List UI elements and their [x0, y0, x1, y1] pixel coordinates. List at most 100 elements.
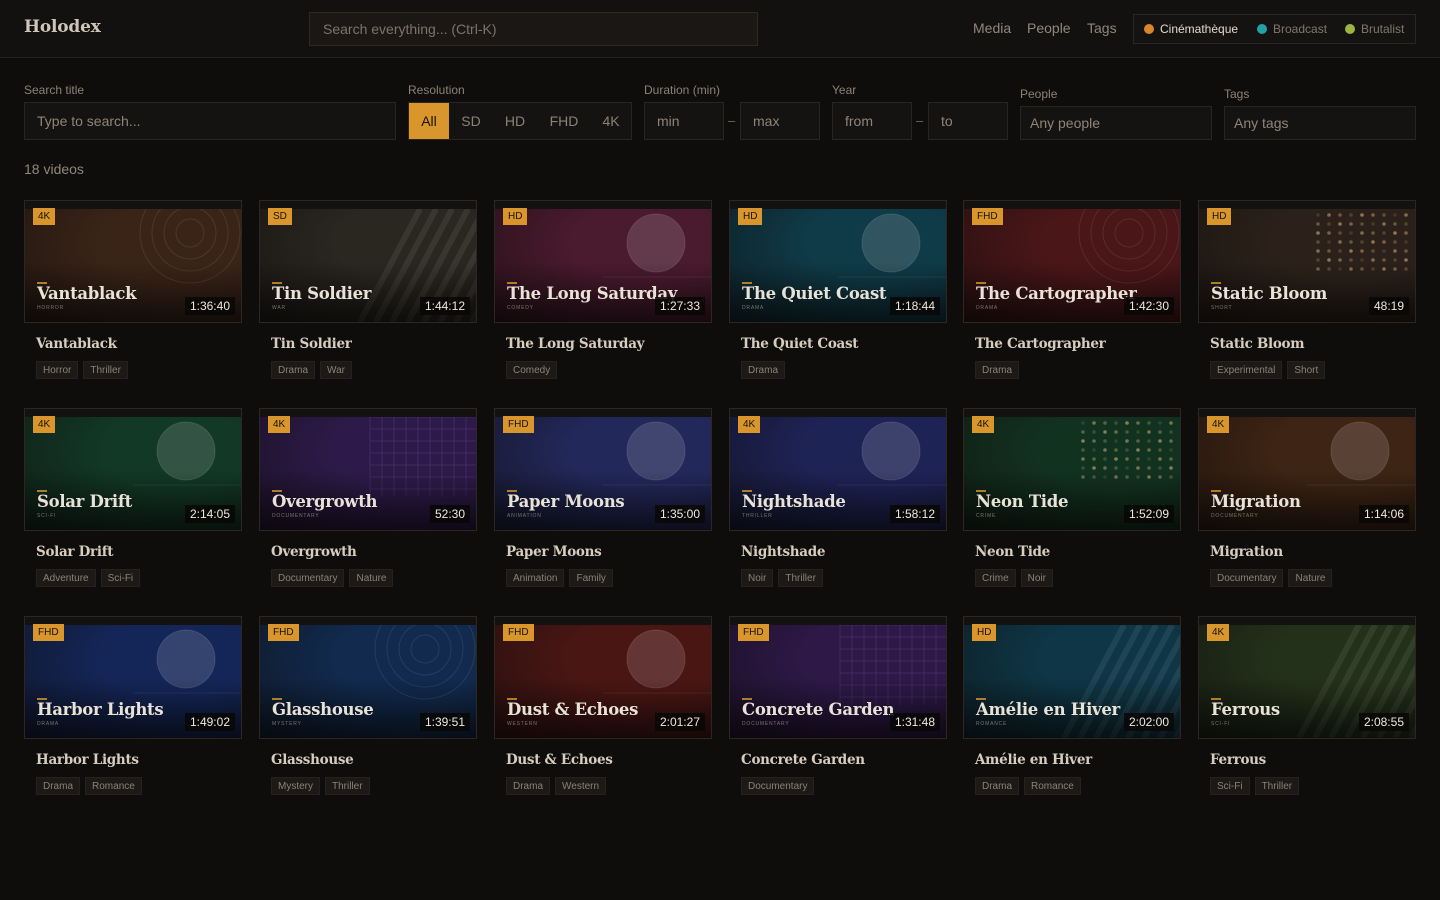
video-title[interactable]: Solar Drift — [36, 544, 113, 560]
video-card[interactable]: FHD Concrete Garden Documentary 1:31:48 Conc… — [729, 616, 947, 806]
video-title[interactable]: Neon Tide — [975, 544, 1050, 560]
tag-chip[interactable]: Drama — [741, 361, 786, 379]
tag-chip[interactable]: Crime — [975, 569, 1016, 587]
video-title[interactable]: Concrete Garden — [741, 752, 865, 768]
video-card[interactable]: HD Static Bloom Short 48:19 Static Bloom Expe… — [1198, 200, 1416, 390]
global-search-input[interactable]: Search everything... (Ctrl-K) — [309, 12, 758, 46]
tag-chip[interactable]: Drama — [506, 777, 551, 795]
video-card[interactable]: FHD Harbor Lights Drama 1:49:02 Harbor Light… — [24, 616, 242, 806]
video-title[interactable]: Ferrous — [1210, 752, 1266, 768]
video-card[interactable]: FHD Glasshouse Mystery 1:39:51 Glasshouse Mys… — [259, 616, 477, 806]
video-card[interactable]: 4K Migration Documentary 1:14:06 Migration Do… — [1198, 408, 1416, 598]
video-title[interactable]: Dust & Echoes — [506, 752, 613, 768]
year-from-input[interactable]: from — [832, 102, 912, 140]
video-thumbnail[interactable]: HD Amélie en Hiver Romance 2:02:00 — [963, 616, 1181, 739]
video-title[interactable]: Migration — [1210, 544, 1283, 560]
video-thumbnail[interactable]: 4K Neon Tide Crime 1:52:09 — [963, 408, 1181, 531]
tag-chip[interactable]: Noir — [741, 569, 774, 587]
tag-chip[interactable]: Noir — [1020, 569, 1054, 587]
resolution-option-sd[interactable]: SD — [451, 103, 491, 139]
resolution-option-hd[interactable]: HD — [495, 103, 535, 139]
tag-chip[interactable]: Mystery — [271, 777, 320, 795]
tag-chip[interactable]: Horror — [36, 361, 79, 379]
nav-tags[interactable]: Tags — [1087, 20, 1117, 36]
app-logo[interactable]: Holodex — [24, 17, 101, 37]
tag-chip[interactable]: Thriller — [778, 569, 823, 587]
tag-chip[interactable]: Documentary — [1210, 569, 1284, 587]
video-card[interactable]: HD Amélie en Hiver Romance 2:02:00 Amélie en… — [963, 616, 1181, 806]
tag-chip[interactable]: Documentary — [741, 777, 815, 795]
video-thumbnail[interactable]: HD The Long Saturday Comedy 1:27:33 — [494, 200, 712, 323]
video-title[interactable]: The Quiet Coast — [741, 336, 859, 352]
video-card[interactable]: 4K Vantablack Horror 1:36:40 Vantablack Horro… — [24, 200, 242, 390]
video-thumbnail[interactable]: FHD Harbor Lights Drama 1:49:02 — [24, 616, 242, 739]
tag-chip[interactable]: Adventure — [36, 569, 96, 587]
video-thumbnail[interactable]: SD Tin Soldier War 1:44:12 — [259, 200, 477, 323]
video-thumbnail[interactable]: FHD Concrete Garden Documentary 1:31:48 — [729, 616, 947, 739]
people-filter-select[interactable]: Any people — [1020, 106, 1212, 140]
video-thumbnail[interactable]: 4K Ferrous Sci-Fi 2:08:55 — [1198, 616, 1416, 739]
tag-chip[interactable]: Documentary — [271, 569, 345, 587]
tag-chip[interactable]: Short — [1287, 361, 1326, 379]
video-title[interactable]: Paper Moons — [506, 544, 602, 560]
year-to-input[interactable]: to — [928, 102, 1008, 140]
video-thumbnail[interactable]: FHD Dust & Echoes Western 2:01:27 — [494, 616, 712, 739]
resolution-option-fhd[interactable]: FHD — [542, 103, 586, 139]
theme-option-brutalist[interactable]: Brutalist — [1345, 22, 1404, 36]
tag-chip[interactable]: Family — [569, 569, 613, 587]
tag-chip[interactable]: Nature — [349, 569, 394, 587]
video-card[interactable]: HD The Long Saturday Comedy 1:27:33 The Long… — [494, 200, 712, 390]
video-thumbnail[interactable]: 4K Migration Documentary 1:14:06 — [1198, 408, 1416, 531]
video-thumbnail[interactable]: HD Static Bloom Short 48:19 — [1198, 200, 1416, 323]
video-thumbnail[interactable]: FHD The Cartographer Drama 1:42:30 — [963, 200, 1181, 323]
video-card[interactable]: FHD Dust & Echoes Western 2:01:27 Dust & Ech… — [494, 616, 712, 806]
video-card[interactable]: 4K Neon Tide Crime 1:52:09 Neon Tide Crime Noi… — [963, 408, 1181, 598]
video-card[interactable]: 4K Nightshade Thriller 1:58:12 Nightshade Noi… — [729, 408, 947, 598]
video-title[interactable]: Static Bloom — [1210, 336, 1305, 352]
tag-chip[interactable]: Western — [555, 777, 607, 795]
video-thumbnail[interactable]: FHD Glasshouse Mystery 1:39:51 — [259, 616, 477, 739]
video-title[interactable]: Tin Soldier — [271, 336, 352, 352]
video-card[interactable]: 4K Solar Drift Sci-Fi 2:14:05 Solar Drift Adv… — [24, 408, 242, 598]
video-title[interactable]: Nightshade — [741, 544, 825, 560]
video-card[interactable]: 4K Overgrowth Documentary 52:30 Overgrowth Do… — [259, 408, 477, 598]
duration-max-input[interactable]: max — [740, 102, 820, 140]
search-title-input[interactable]: Type to search... — [24, 102, 396, 140]
tag-chip[interactable]: Drama — [975, 777, 1020, 795]
nav-people[interactable]: People — [1027, 20, 1071, 36]
video-thumbnail[interactable]: 4K Nightshade Thriller 1:58:12 — [729, 408, 947, 531]
tag-chip[interactable]: Drama — [975, 361, 1020, 379]
tag-chip[interactable]: Thriller — [1254, 777, 1300, 795]
video-title[interactable]: Amélie en Hiver — [975, 752, 1092, 768]
video-card[interactable]: HD The Quiet Coast Drama 1:18:44 The Quiet C… — [729, 200, 947, 390]
video-thumbnail[interactable]: FHD Paper Moons Animation 1:35:00 — [494, 408, 712, 531]
theme-option-broadcast[interactable]: Broadcast — [1257, 22, 1327, 36]
video-thumbnail[interactable]: 4K Vantablack Horror 1:36:40 — [24, 200, 242, 323]
theme-option-cinematheque[interactable]: Cinémathèque — [1144, 22, 1238, 36]
tags-filter-select[interactable]: Any tags — [1224, 106, 1416, 140]
tag-chip[interactable]: War — [320, 361, 352, 379]
tag-chip[interactable]: Animation — [506, 569, 565, 587]
nav-media[interactable]: Media — [973, 20, 1011, 36]
video-card[interactable]: 4K Ferrous Sci-Fi 2:08:55 Ferrous Sci-Fi Thril… — [1198, 616, 1416, 806]
video-thumbnail[interactable]: HD The Quiet Coast Drama 1:18:44 — [729, 200, 947, 323]
video-card[interactable]: FHD The Cartographer Drama 1:42:30 The Carto… — [963, 200, 1181, 390]
video-title[interactable]: Glasshouse — [271, 752, 354, 768]
tag-chip[interactable]: Thriller — [325, 777, 370, 795]
video-thumbnail[interactable]: 4K Overgrowth Documentary 52:30 — [259, 408, 477, 531]
video-title[interactable]: Vantablack — [36, 336, 117, 352]
tag-chip[interactable]: Nature — [1288, 569, 1333, 587]
video-title[interactable]: The Long Saturday — [506, 336, 645, 352]
tag-chip[interactable]: Comedy — [506, 361, 558, 379]
resolution-option-4k[interactable]: 4K — [591, 103, 631, 139]
resolution-option-all[interactable]: All — [409, 103, 449, 139]
video-title[interactable]: Overgrowth — [271, 544, 357, 560]
video-card[interactable]: SD Tin Soldier War 1:44:12 Tin Soldier Drama W… — [259, 200, 477, 390]
tag-chip[interactable]: Sci-Fi — [1210, 777, 1250, 795]
video-title[interactable]: The Cartographer — [975, 336, 1106, 352]
tag-chip[interactable]: Romance — [1024, 777, 1081, 795]
tag-chip[interactable]: Sci-Fi — [100, 569, 141, 587]
video-thumbnail[interactable]: 4K Solar Drift Sci-Fi 2:14:05 — [24, 408, 242, 531]
tag-chip[interactable]: Thriller — [83, 361, 128, 379]
video-card[interactable]: FHD Paper Moons Animation 1:35:00 Paper Moon… — [494, 408, 712, 598]
